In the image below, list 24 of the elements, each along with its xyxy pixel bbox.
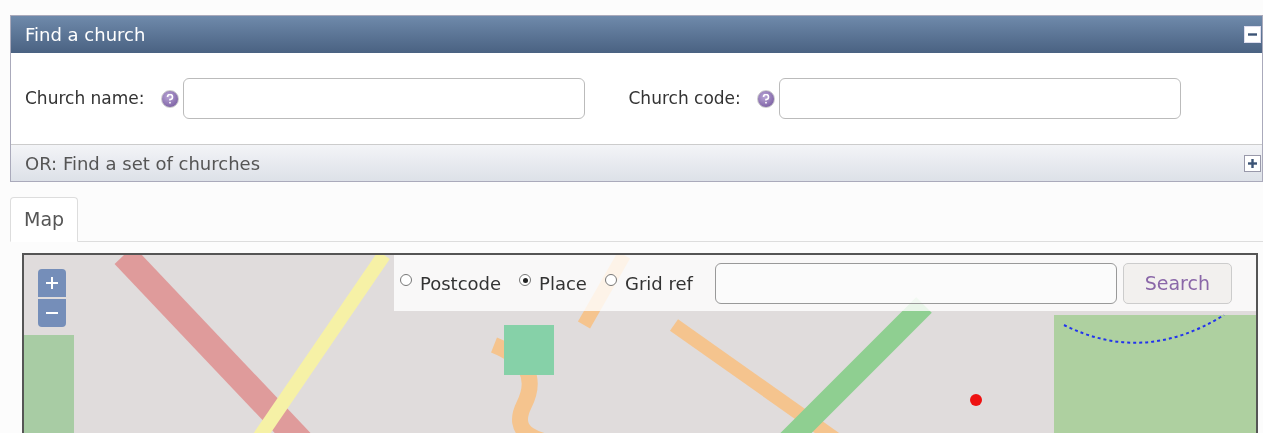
map-placeholder[interactable]: Postcode Place Grid ref Search xyxy=(22,253,1258,433)
text-field[interactable] xyxy=(182,78,585,119)
field-label: Church code: xyxy=(628,86,741,110)
subpanel-header[interactable]: OR: Find a set of churches xyxy=(11,144,1262,181)
subpanel-title: OR: Find a set of churches xyxy=(25,151,261,176)
help-icon[interactable] xyxy=(160,89,179,108)
zoom-in-button[interactable] xyxy=(38,269,66,297)
radio-label: Grid ref xyxy=(624,271,693,296)
help-icon[interactable] xyxy=(756,89,775,108)
radio-button[interactable] xyxy=(604,274,617,286)
radio-button[interactable] xyxy=(519,274,532,286)
expand-icon[interactable] xyxy=(1244,154,1261,172)
search-button[interactable]: Search xyxy=(1122,262,1232,304)
radio-button[interactable] xyxy=(400,274,412,286)
radio-label: Postcode xyxy=(420,271,502,296)
plus-icon xyxy=(45,276,59,290)
zoom-out-button[interactable] xyxy=(38,299,66,327)
place-search-field[interactable] xyxy=(714,262,1117,304)
text-field[interactable] xyxy=(778,78,1181,119)
radio-label: Place xyxy=(539,271,587,296)
tab[interactable]: Map xyxy=(10,197,79,242)
field-label: Church name: xyxy=(25,86,145,110)
panel-title: Find a church xyxy=(25,23,146,47)
collapse-icon[interactable] xyxy=(1244,26,1261,43)
